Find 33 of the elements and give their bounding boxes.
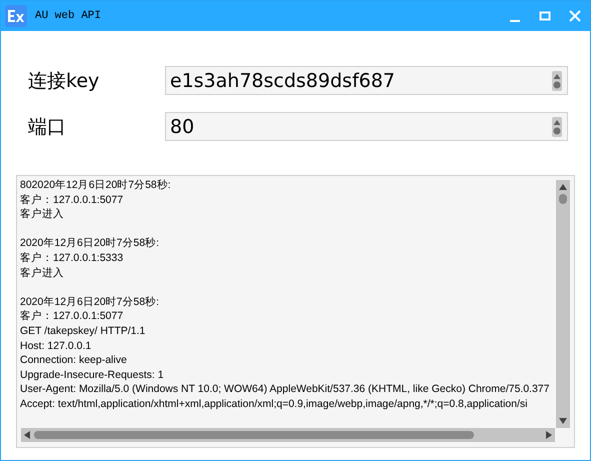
log-line: 客户进入 — [20, 207, 65, 222]
scroll-right-icon[interactable] — [546, 431, 552, 439]
spinner-icon[interactable] — [552, 70, 562, 90]
close-icon — [569, 10, 581, 22]
log-line: Accept: text/html,application/xhtml+xml,application/xml;q=0.9,image/webp,image/apng,*/*;q=0.8,application/si — [20, 396, 528, 412]
log-line: Host: 127.0.0.1 — [20, 338, 92, 354]
log-line: 客户：127.0.0.1:5333 — [20, 250, 124, 266]
spin-field[interactable]: 80 — [165, 112, 568, 141]
log-line: User-Agent: Mozilla/5.0 (Windows NT 10.0; WOW64) AppleWebKit/537.36 (KHTML, like Gecko) Chrome/75.0.377 — [20, 382, 550, 397]
horizontal-scrollbar[interactable] — [21, 428, 555, 442]
log-line: 802020年12月6日20时7分58秒: — [20, 178, 172, 193]
spinner-icon[interactable] — [552, 116, 562, 136]
maximize-icon — [539, 10, 551, 22]
minimize-icon — [510, 20, 520, 22]
scroll-down-icon[interactable] — [559, 418, 567, 424]
spin-field[interactable]: e1s3ah78scds89dsf687 — [165, 66, 568, 95]
log-line: GET /takepskey/ HTTP/1.1 — [20, 324, 146, 339]
field-label: 端口 — [27, 114, 67, 140]
vertical-scrollbar[interactable] — [556, 180, 570, 428]
app-logo-icon — [5, 5, 27, 27]
log-line: Upgrade-Insecure-Requests: 1 — [20, 368, 165, 382]
log-line: 客户：127.0.0.1:5077 — [20, 309, 124, 324]
scroll-left-icon[interactable] — [24, 431, 30, 439]
log-line: 客户：127.0.0.1:5077 — [20, 192, 124, 208]
log-line: 2020年12月6日20时7分58秒: — [20, 236, 160, 251]
log-line: Connection: keep-alive — [20, 353, 128, 368]
log-line: 2020年12月6日20时7分58秒: — [20, 294, 160, 310]
scroll-up-icon[interactable] — [559, 184, 567, 190]
log-line: 客户进入 — [20, 266, 65, 280]
scroll-thumb[interactable] — [34, 431, 474, 439]
scroll-thumb[interactable] — [559, 194, 567, 204]
field-label: 连接key — [27, 68, 100, 94]
window-title: AU web API — [35, 10, 102, 22]
